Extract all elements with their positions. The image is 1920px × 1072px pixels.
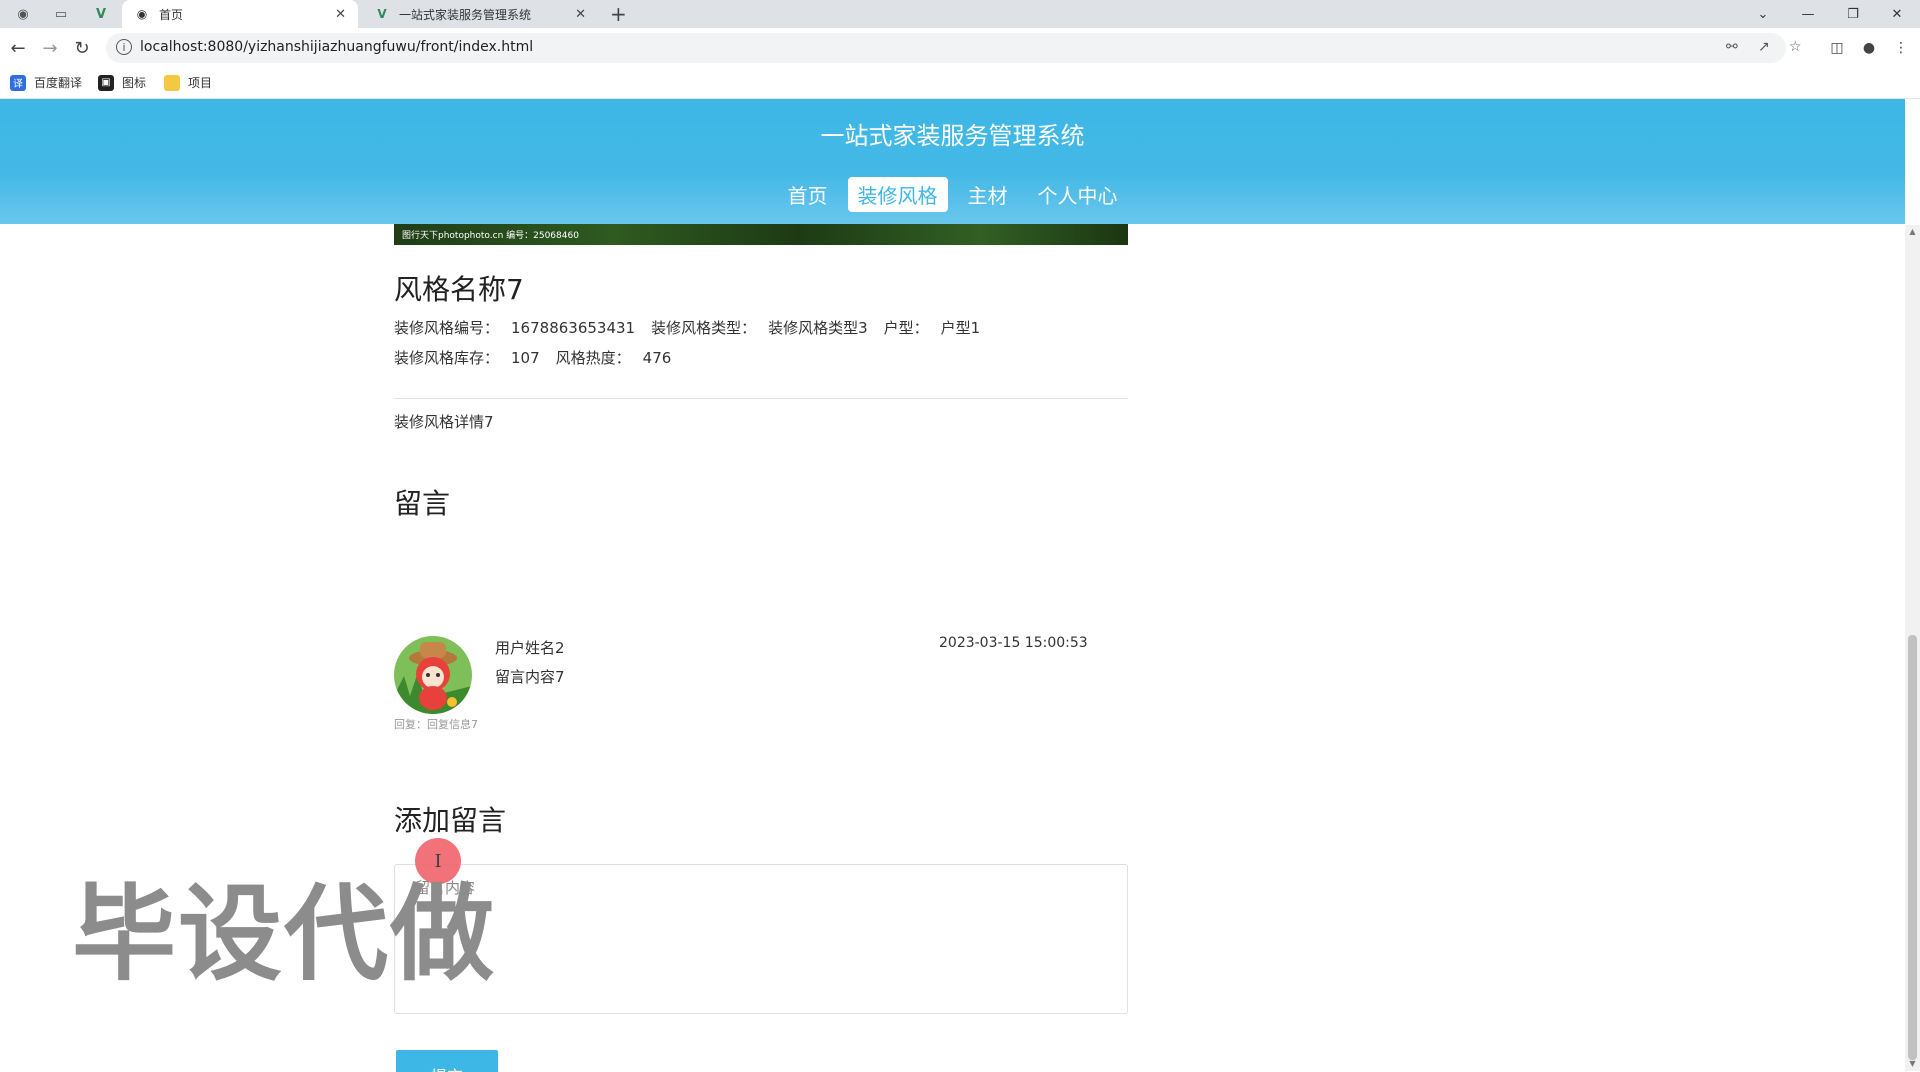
tab-home[interactable]: ◉ 首页 ✕ xyxy=(122,0,358,28)
url-bar[interactable]: i localhost:8080/yizhanshijiazhuangfuwu/… xyxy=(106,33,1802,63)
avatar xyxy=(394,636,472,714)
bookmark-label: 图标 xyxy=(122,76,147,90)
folder-icon xyxy=(164,74,180,91)
message-textarea[interactable] xyxy=(395,865,1127,1013)
message-reply: 回复：回复信息7 xyxy=(394,718,478,731)
message-user-name: 用户姓名2 xyxy=(495,639,565,657)
key-icon[interactable]: ⚯ xyxy=(1726,39,1738,55)
side-panel-icon[interactable]: ◫ xyxy=(1826,37,1848,59)
house-type-value: 户型1 xyxy=(940,319,981,337)
restore-button[interactable]: ❐ xyxy=(1830,0,1876,28)
scroll-down-arrow-icon[interactable]: ▼ xyxy=(1908,1059,1917,1069)
style-meta-row-2: 装修风格库存： 107 风格热度： 476 xyxy=(394,347,671,368)
window-close-button[interactable]: ✕ xyxy=(1874,0,1920,28)
watermark-text: 毕设代做 xyxy=(72,873,497,995)
add-message-heading: 添加留言 xyxy=(394,804,507,837)
site-title: 一站式家装服务管理系统 xyxy=(820,122,1085,150)
translate-icon: 译 xyxy=(10,74,26,91)
message-textarea-wrapper[interactable] xyxy=(394,864,1128,1014)
nav-home[interactable]: 首页 xyxy=(778,177,838,212)
more-menu-icon[interactable]: ⋮ xyxy=(1890,37,1912,59)
tab-label: 首页 xyxy=(159,7,184,22)
pinned-tab-vue-icon[interactable]: V xyxy=(86,3,116,25)
house-type-label: 户型： xyxy=(883,319,929,337)
reload-icon[interactable]: ↻ xyxy=(70,36,94,60)
image-caption: 图行天下photophoto.cn 编号：25068460 xyxy=(402,231,579,241)
url-text[interactable]: localhost:8080/yizhanshijiazhuangfuwu/fr… xyxy=(140,39,533,55)
share-icon[interactable]: ↗ xyxy=(1758,39,1770,55)
bookmarks-bar: 译 百度翻译 ▣ 图标 项目 xyxy=(0,68,1920,99)
picture-icon: ▣ xyxy=(98,74,114,91)
messages-heading: 留言 xyxy=(394,487,451,520)
bookmark-translate[interactable]: 译 百度翻译 xyxy=(10,74,82,91)
site-header: 一站式家装服务管理系统 首页 装修风格 主材 个人中心 xyxy=(0,99,1905,224)
style-detail-text: 装修风格详情7 xyxy=(394,413,494,431)
page-scrollbar[interactable]: ▲ ▼ xyxy=(1905,225,1920,1071)
site-info-icon[interactable]: i xyxy=(116,39,132,55)
tab-system[interactable]: V 一站式家装服务管理系统 ✕ xyxy=(362,0,598,28)
minimize-button[interactable]: — xyxy=(1785,0,1831,28)
bookmark-star-icon[interactable]: ☆ xyxy=(1789,39,1802,55)
globe-icon: ◉ xyxy=(136,7,148,21)
nav-decoration-style[interactable]: 装修风格 xyxy=(847,177,948,212)
profile-avatar-icon[interactable]: ● xyxy=(1858,37,1880,59)
bookmark-label: 百度翻译 xyxy=(34,76,83,90)
new-tab-button[interactable]: + xyxy=(610,2,627,26)
vue-logo-icon: V xyxy=(377,7,387,21)
browser-tab-bar: ◉ ▭ V ◉ 首页 ✕ V 一站式家装服务管理系统 ✕ + ⌄ — ❐ ✕ xyxy=(0,0,1920,28)
style-stock-value: 107 xyxy=(511,349,540,367)
style-image: 图行天下photophoto.cn 编号：25068460 xyxy=(394,224,1128,245)
forward-arrow-icon[interactable]: → xyxy=(38,36,62,60)
message-time: 2023-03-15 15:00:53 xyxy=(939,635,1088,651)
pinned-tab-globe-icon[interactable]: ◉ xyxy=(8,3,38,25)
style-name: 风格名称7 xyxy=(394,273,524,306)
style-stock-label: 装修风格库存： xyxy=(394,349,500,367)
submit-button[interactable]: 提交 xyxy=(396,1050,498,1072)
style-heat-value: 476 xyxy=(642,349,672,367)
close-icon[interactable]: ✕ xyxy=(335,7,346,22)
scroll-up-arrow-icon[interactable]: ▲ xyxy=(1908,227,1917,237)
style-code-label: 装修风格编号： xyxy=(394,319,500,337)
message-content: 留言内容7 xyxy=(495,668,565,686)
scrollbar-thumb[interactable] xyxy=(1908,635,1917,1060)
divider xyxy=(394,398,1128,399)
address-bar-row: ← → ↻ i localhost:8080/yizhanshijiazhuan… xyxy=(0,28,1920,68)
bookmark-label: 项目 xyxy=(188,76,213,90)
style-type-value: 装修风格类型3 xyxy=(768,319,868,337)
style-code-value: 1678863653431 xyxy=(511,319,636,337)
nav-main-materials[interactable]: 主材 xyxy=(958,177,1018,212)
nav-personal-center[interactable]: 个人中心 xyxy=(1028,177,1128,212)
back-arrow-icon[interactable]: ← xyxy=(6,36,30,60)
bookmark-project[interactable]: 项目 xyxy=(164,74,212,91)
tab-label: 一站式家装服务管理系统 xyxy=(399,7,532,22)
pinned-tab-blank-icon[interactable]: ▭ xyxy=(46,3,76,25)
style-type-label: 装修风格类型： xyxy=(651,319,757,337)
bookmark-icons[interactable]: ▣ 图标 xyxy=(98,74,146,91)
tab-search-icon[interactable]: ⌄ xyxy=(1740,0,1786,28)
style-meta-row-1: 装修风格编号： 1678863653431 装修风格类型： 装修风格类型3 户型： 户型1 xyxy=(394,317,980,338)
style-heat-label: 风格热度： xyxy=(555,349,631,367)
site-nav: 首页 装修风格 主材 个人中心 xyxy=(0,177,1905,212)
close-icon[interactable]: ✕ xyxy=(575,7,586,22)
